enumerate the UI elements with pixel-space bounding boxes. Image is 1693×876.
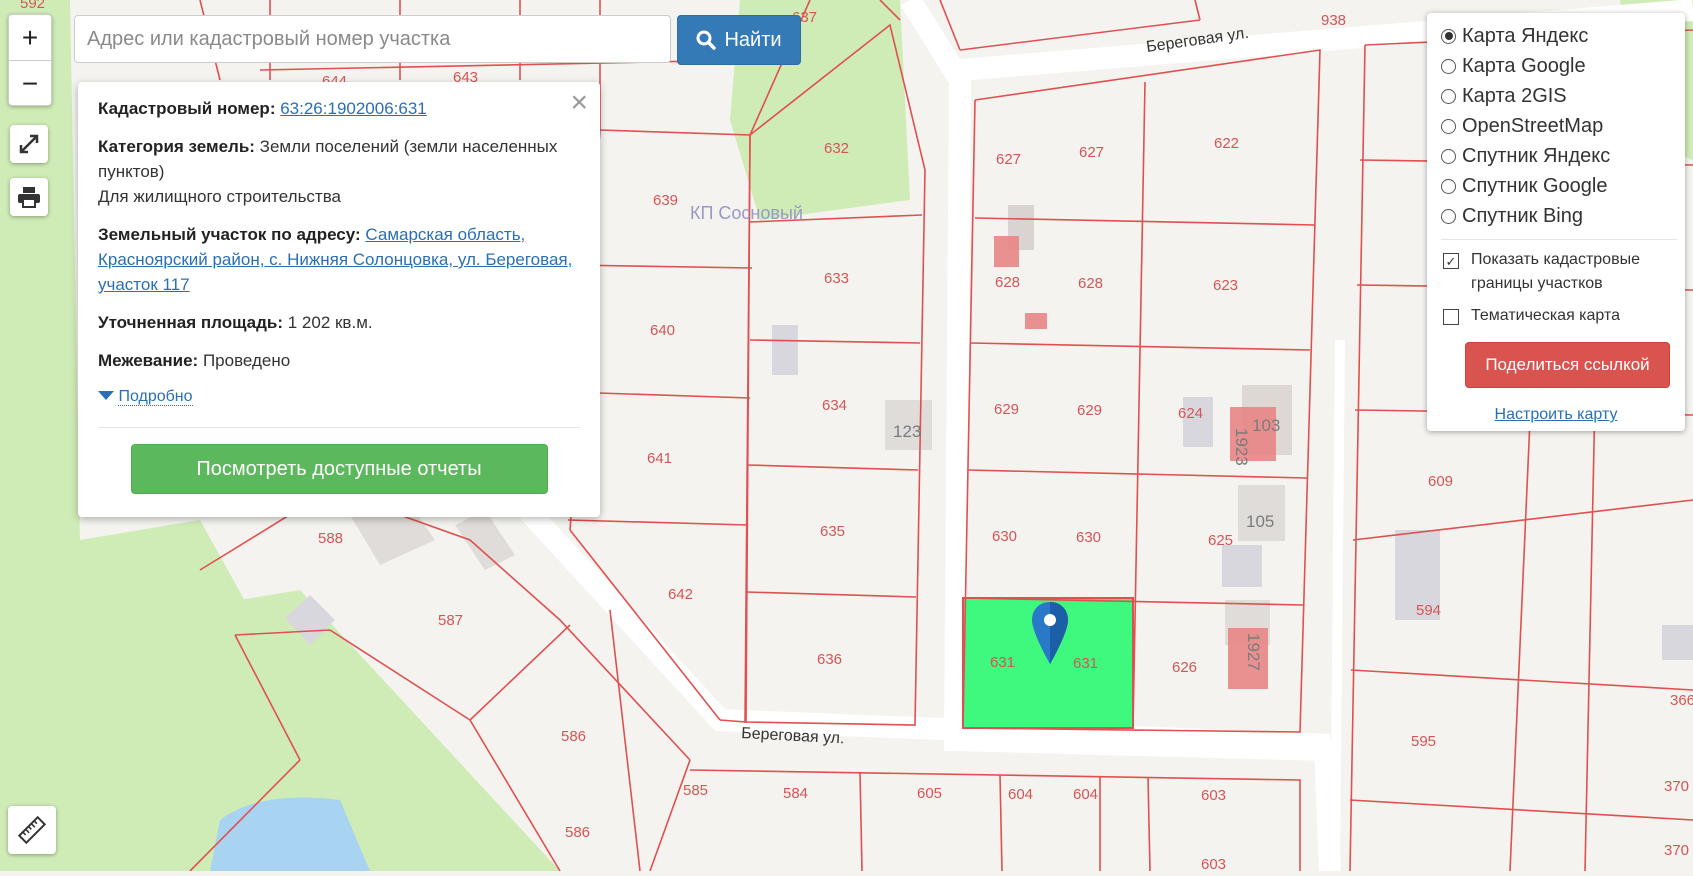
layer-option-osm[interactable]: OpenStreetMap bbox=[1441, 111, 1685, 141]
radio-icon[interactable] bbox=[1441, 118, 1456, 134]
measure-button[interactable] bbox=[8, 806, 56, 854]
radio-icon[interactable] bbox=[1441, 148, 1456, 164]
zoom-control: + − bbox=[8, 14, 52, 106]
radio-icon[interactable] bbox=[1441, 88, 1456, 104]
share-link-button[interactable]: Поделиться ссылкой bbox=[1465, 342, 1670, 388]
layer-option-label: Карта Яндекс bbox=[1462, 24, 1589, 47]
caret-down-icon bbox=[98, 391, 114, 400]
layers-panel: Карта Яндекс Карта Google Карта 2GIS Ope… bbox=[1427, 13, 1685, 431]
land-category-label: Категория земель: bbox=[98, 137, 255, 156]
layer-option-label: Спутник Google bbox=[1462, 174, 1608, 197]
radio-icon[interactable] bbox=[1441, 208, 1456, 224]
thematic-map-toggle[interactable]: Тематическая карта bbox=[1441, 304, 1685, 328]
address-label: Земельный участок по адресу: bbox=[98, 225, 361, 244]
survey-value: Проведено bbox=[202, 351, 291, 370]
search-button[interactable]: Найти bbox=[677, 15, 801, 65]
divider bbox=[98, 427, 580, 428]
cadastral-number-label: Кадастровый номер: bbox=[98, 99, 276, 118]
layer-option-label: Карта 2GIS bbox=[1462, 84, 1567, 107]
survey-label: Межевание: bbox=[98, 351, 199, 370]
survey-row: Межевание: Проведено bbox=[98, 348, 580, 373]
cadastral-number-link[interactable]: 63:26:1902006:631 bbox=[280, 99, 427, 118]
layer-option-bing-satellite[interactable]: Спутник Bing bbox=[1441, 201, 1685, 231]
divider bbox=[1441, 239, 1677, 240]
land-category-row: Категория земель: Земли поселений (земли… bbox=[98, 134, 580, 209]
layer-option-label: Спутник Bing bbox=[1462, 204, 1583, 227]
checkbox-checked-icon[interactable]: ✓ bbox=[1443, 253, 1459, 269]
zoom-in-button[interactable]: + bbox=[9, 15, 51, 61]
details-toggle[interactable]: Подробно bbox=[98, 384, 580, 409]
permitted-use-value: Для жилищного строительства bbox=[98, 187, 342, 206]
ruler-icon bbox=[18, 816, 46, 844]
search-button-label: Найти bbox=[724, 28, 782, 51]
cadastral-boundaries-toggle[interactable]: ✓ Показать кадастровые границы участков bbox=[1441, 248, 1685, 296]
layer-option-label: Спутник Яндекс bbox=[1462, 144, 1611, 167]
area-label: Уточненная площадь: bbox=[98, 313, 283, 332]
view-reports-button[interactable]: Посмотреть доступные отчеты bbox=[130, 444, 548, 494]
zoom-out-button[interactable]: − bbox=[9, 61, 51, 106]
search-input[interactable] bbox=[74, 15, 671, 63]
layer-option-label: Карта Google bbox=[1462, 54, 1586, 77]
cadastral-number-row: Кадастровый номер: 63:26:1902006:631 bbox=[98, 96, 580, 121]
layer-option-label: OpenStreetMap bbox=[1462, 114, 1604, 137]
layer-option-yandex-satellite[interactable]: Спутник Яндекс bbox=[1441, 141, 1685, 171]
thematic-map-label: Тематическая карта bbox=[1471, 307, 1621, 324]
configure-map-link[interactable]: Настроить карту bbox=[1427, 406, 1685, 424]
parcel-info-popup: × Кадастровый номер: 63:26:1902006:631 К… bbox=[78, 82, 600, 517]
checkbox-icon[interactable] bbox=[1443, 309, 1459, 325]
printer-icon bbox=[18, 187, 40, 208]
details-link[interactable]: Подробно bbox=[118, 388, 193, 406]
area-value: 1 202 кв.м. bbox=[287, 313, 373, 332]
radio-icon[interactable] bbox=[1441, 58, 1456, 74]
close-icon[interactable]: × bbox=[570, 88, 588, 118]
radio-selected-icon[interactable] bbox=[1441, 28, 1456, 44]
radio-icon[interactable] bbox=[1441, 178, 1456, 194]
layer-option-2gis-map[interactable]: Карта 2GIS bbox=[1441, 81, 1685, 111]
layer-option-yandex-map[interactable]: Карта Яндекс bbox=[1441, 21, 1685, 51]
area-row: Уточненная площадь: 1 202 кв.м. bbox=[98, 310, 580, 335]
address-row: Земельный участок по адресу: Самарская о… bbox=[98, 222, 580, 297]
expand-icon bbox=[19, 134, 39, 154]
cadastral-boundaries-label: Показать кадастровые границы участков bbox=[1471, 251, 1640, 292]
fullscreen-button[interactable] bbox=[10, 125, 48, 163]
print-button[interactable] bbox=[10, 178, 48, 216]
layer-option-google-map[interactable]: Карта Google bbox=[1441, 51, 1685, 81]
map-marker-icon[interactable] bbox=[1030, 600, 1070, 666]
layer-option-google-satellite[interactable]: Спутник Google bbox=[1441, 171, 1685, 201]
search-icon bbox=[696, 30, 717, 50]
